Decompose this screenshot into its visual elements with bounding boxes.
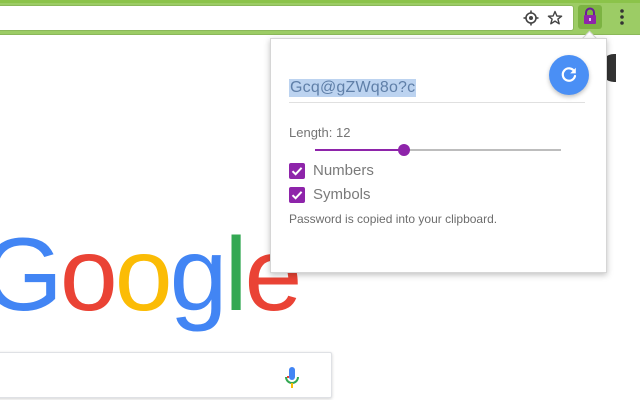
microphone-icon[interactable] — [284, 366, 300, 390]
star-icon[interactable] — [547, 10, 563, 26]
generated-password[interactable]: Gcq@gZWq8o?c — [289, 79, 417, 97]
logo-letter: G — [0, 217, 63, 333]
logo-letter: g — [169, 217, 228, 333]
toolbar-accent-strip — [0, 0, 640, 3]
clipboard-status: Password is copied into your clipboard. — [289, 212, 498, 226]
numbers-checkbox[interactable] — [289, 163, 305, 179]
checkmark-icon — [291, 167, 303, 176]
logo-letter: o — [59, 217, 118, 333]
slider-fill — [315, 149, 404, 151]
symbols-checkbox[interactable] — [289, 187, 305, 203]
symbols-label: Symbols — [313, 186, 371, 203]
browser-toolbar — [0, 0, 640, 35]
address-bar[interactable] — [0, 5, 574, 31]
password-generator-popup: Gcq@gZWq8o?c Length: 12 Numbers Symbols … — [270, 38, 607, 273]
checkmark-icon — [291, 191, 303, 200]
regenerate-button[interactable] — [549, 55, 589, 95]
slider-thumb[interactable] — [397, 144, 410, 156]
lock-icon — [584, 7, 596, 24]
search-input[interactable] — [0, 352, 332, 398]
password-generator-extension-button[interactable] — [578, 5, 602, 29]
three-dots-vertical-icon[interactable] — [612, 7, 632, 27]
refresh-icon — [561, 67, 577, 82]
logo-letter: l — [224, 217, 247, 333]
google-logo: Google — [0, 217, 302, 333]
logo-letter: o — [114, 217, 173, 333]
numbers-label: Numbers — [313, 162, 374, 179]
length-label: Length: 12 — [289, 125, 351, 140]
password-underline — [289, 102, 585, 103]
location-target-icon[interactable] — [523, 10, 539, 26]
length-slider[interactable] — [315, 143, 561, 157]
